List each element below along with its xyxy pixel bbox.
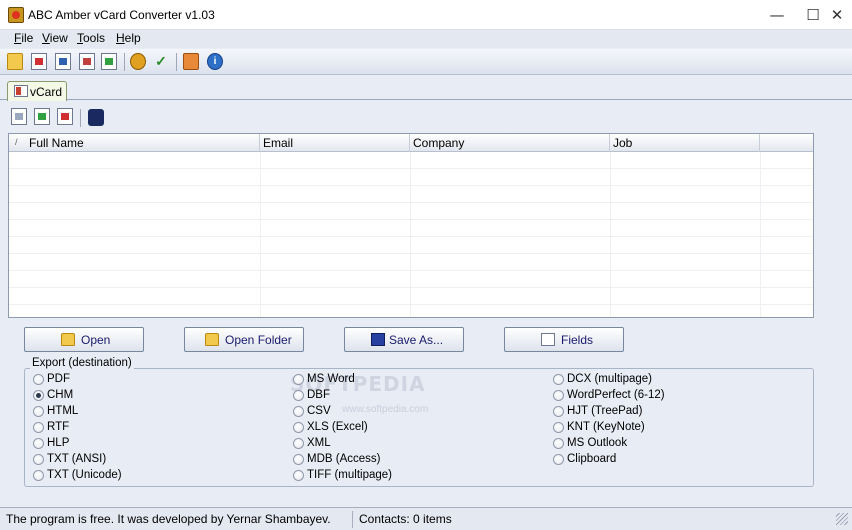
open-folder-label: Open Folder: [225, 333, 292, 347]
table-row: [9, 169, 813, 186]
floppy-icon: [371, 333, 385, 346]
chm-icon[interactable]: [55, 53, 71, 70]
title-bar: ABC Amber vCard Converter v1.03 — ☐ ✕: [0, 0, 852, 30]
resize-grip-icon[interactable]: [836, 513, 848, 525]
folder-icon: [205, 333, 219, 346]
table-row: [9, 288, 813, 305]
list-header: / Full Name Email Company Job: [9, 134, 813, 152]
tab-vcard[interactable]: vCard: [7, 81, 67, 101]
open-folder-icon[interactable]: [7, 53, 23, 70]
export-group-title: Export (destination): [30, 357, 134, 369]
app-icon[interactable]: [8, 7, 24, 23]
table-row: [9, 220, 813, 237]
open-button[interactable]: Open: [24, 327, 144, 352]
spellcheck-icon[interactable]: ✓: [153, 53, 169, 70]
menu-view[interactable]: View: [42, 31, 68, 45]
toolbar-separator: [124, 53, 125, 71]
table-row: [9, 186, 813, 203]
toolbar-separator: [176, 53, 177, 71]
settings-icon[interactable]: [130, 53, 146, 70]
pdf-icon[interactable]: [31, 53, 47, 70]
rtf-icon[interactable]: [79, 53, 95, 70]
table-row: [9, 203, 813, 220]
table-row: [9, 152, 813, 169]
remove-row-icon[interactable]: [57, 108, 73, 125]
list-toolbar: [0, 101, 852, 131]
minimize-icon[interactable]: —: [764, 5, 790, 25]
add-row-icon[interactable]: [34, 108, 50, 125]
fields-icon: [541, 333, 555, 346]
menu-help[interactable]: Help: [116, 31, 141, 45]
column-company[interactable]: Company: [410, 134, 610, 152]
home-icon[interactable]: [183, 53, 199, 70]
save-as-label: Save As...: [389, 333, 444, 347]
maximize-icon[interactable]: ☐: [800, 5, 826, 25]
fields-label: Fields: [561, 333, 594, 347]
status-bar: The program is free. It was developed by…: [0, 507, 852, 530]
blackberry-icon[interactable]: [88, 109, 104, 126]
column-job[interactable]: Job: [610, 134, 760, 152]
fields-button[interactable]: Fields: [504, 327, 624, 352]
new-list-icon[interactable]: [11, 108, 27, 125]
menu-bar: File View Tools Help: [0, 30, 852, 48]
status-contacts: Contacts: 0 items: [359, 512, 452, 526]
tab-strip: vCard: [0, 76, 852, 101]
close-icon[interactable]: ✕: [824, 5, 850, 25]
toolbar-separator: [80, 109, 81, 127]
watermark-url: www.softpedia.com: [342, 404, 429, 415]
refresh-icon[interactable]: [101, 53, 117, 70]
open-folder-button[interactable]: Open Folder: [184, 327, 304, 352]
contacts-list[interactable]: / Full Name Email Company Job: [8, 133, 814, 318]
menu-tools[interactable]: Tools: [77, 31, 105, 45]
info-icon[interactable]: i: [207, 53, 223, 70]
column-email[interactable]: Email: [260, 134, 410, 152]
open-icon: [61, 333, 75, 346]
tab-label: vCard: [30, 85, 63, 99]
column-full-name[interactable]: Full Name: [9, 134, 260, 152]
menu-file[interactable]: File: [14, 31, 33, 45]
open-button-label: Open: [81, 333, 111, 347]
table-row: [9, 271, 813, 288]
window-title: ABC Amber vCard Converter v1.03: [28, 8, 215, 22]
main-toolbar: ✓ i: [0, 49, 852, 75]
table-row: [9, 237, 813, 254]
table-row: [9, 254, 813, 271]
save-as-button[interactable]: Save As...: [344, 327, 464, 352]
status-message: The program is free. It was developed by…: [6, 512, 331, 526]
vcard-icon: [14, 85, 28, 97]
